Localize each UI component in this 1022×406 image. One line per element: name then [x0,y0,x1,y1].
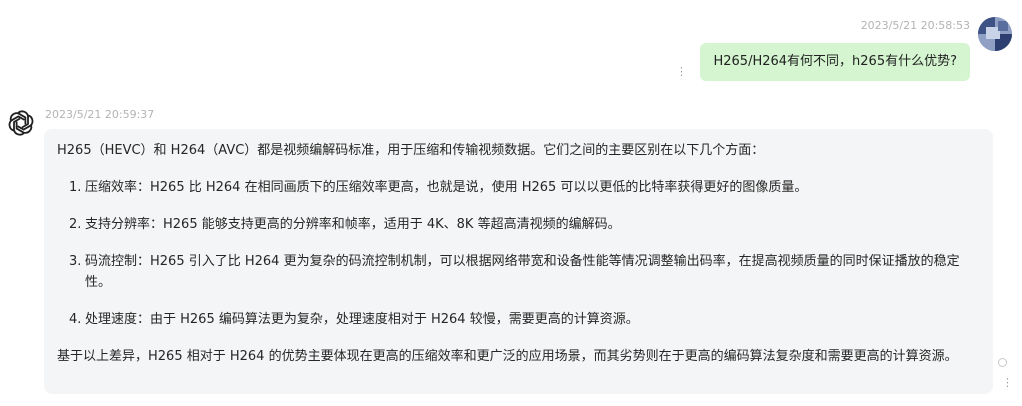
list-item-number: 2. [69,217,82,232]
list-item: 3. 码流控制：H265 引入了比 H264 更为复杂的码流控制机制，可以根据网… [57,251,979,293]
list-item-text: 处理速度：由于 H265 编码算法更为复杂，处理速度相对于 H264 较慢，需要… [85,312,639,327]
list-item-text: 压缩效率：H265 比 H264 在相同画质下的压缩效率更高，也就是说，使用 H… [85,180,808,195]
bot-message-more-icon[interactable]: ⋮ [1002,377,1013,388]
list-item: 2. 支持分辨率：H265 能够支持更高的分辨率和帧率，适用于 4K、8K 等超… [57,214,979,235]
list-item: 1. 压缩效率：H265 比 H264 在相同画质下的压缩效率更高，也就是说，使… [57,177,979,198]
user-message-bubble: H265/H264有何不同，h265有什么优势? [700,43,970,81]
bot-message-timestamp: 2023/5/21 20:59:37 [45,108,155,121]
list-item-text: 码流控制：H265 引入了比 H264 更为复杂的码流控制机制，可以根据网络带宽… [85,254,960,290]
list-item-number: 3. [69,254,82,269]
scroll-handle-icon[interactable] [998,358,1007,367]
difference-list: 1. 压缩效率：H265 比 H264 在相同画质下的压缩效率更高，也就是说，使… [57,177,979,330]
openai-logo-icon [5,107,37,139]
list-item: 4. 处理速度：由于 H265 编码算法更为复杂，处理速度相对于 H264 较慢… [57,309,979,330]
bot-message-bubble: H265（HEVC）和 H264（AVC）都是视频编解码标准，用于压缩和传输视频… [44,129,993,394]
chat-view: 2023/5/21 20:58:53 H265/H264有何不同，h265有什么… [0,0,1022,406]
list-item-text: 支持分辨率：H265 能够支持更高的分辨率和帧率，适用于 4K、8K 等超高清视… [85,217,621,232]
list-item-number: 4. [69,312,82,327]
user-message-text: H265/H264有何不同，h265有什么优势? [713,54,957,69]
user-avatar-icon [978,17,1012,51]
bot-message-conclusion: 基于以上差异，H265 相对于 H264 的优势主要体现在更高的压缩效率和更广泛… [57,349,958,364]
bot-message-intro: H265（HEVC）和 H264（AVC）都是视频编解码标准，用于压缩和传输视频… [57,143,765,158]
user-message-more-icon[interactable]: ⋮ [676,66,687,77]
user-avatar[interactable] [978,17,1012,51]
user-message-timestamp: 2023/5/21 20:58:53 [860,19,970,32]
list-item-number: 1. [69,180,82,195]
